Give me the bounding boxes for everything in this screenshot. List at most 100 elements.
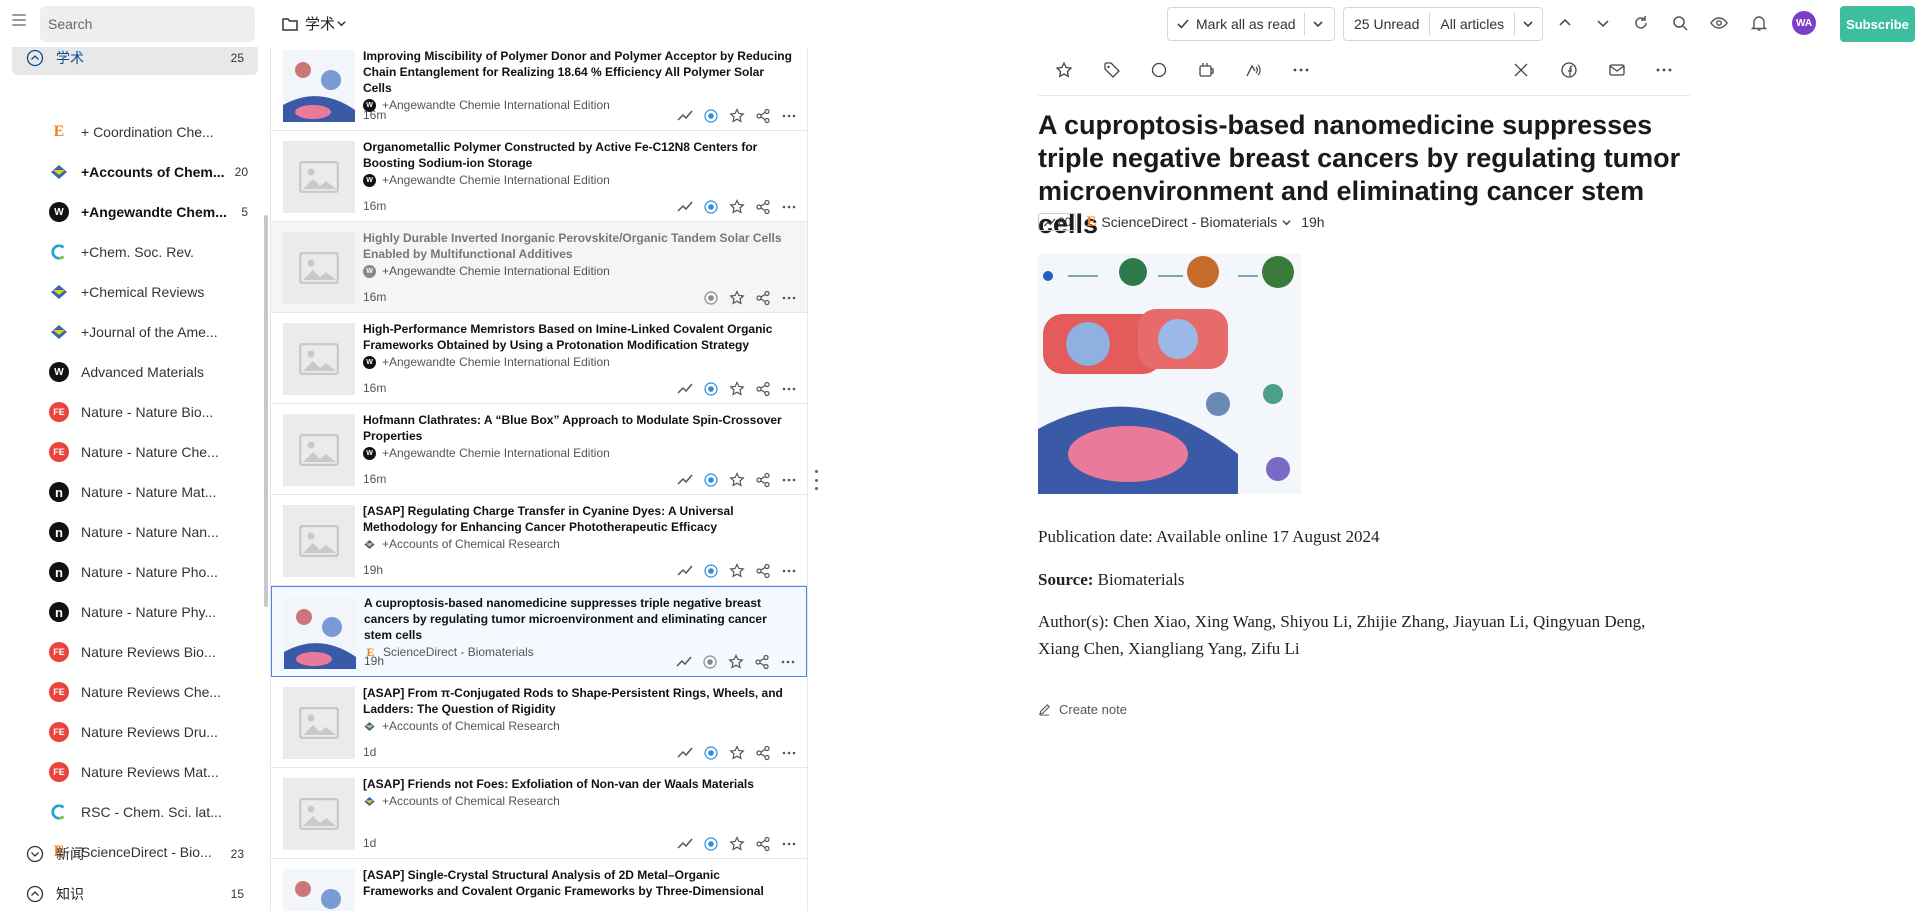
share-icon[interactable] [755, 836, 771, 852]
refresh-icon[interactable] [1632, 14, 1650, 32]
share-icon[interactable] [755, 472, 771, 488]
sidebar-feed-item[interactable]: +Accounts of Chem... 20 [12, 152, 258, 192]
unread-dot-icon[interactable] [703, 381, 719, 397]
star-icon[interactable] [1055, 61, 1073, 79]
article-item[interactable]: [ASAP] Friends not Foes: Exfoliation of … [271, 768, 807, 859]
sidebar-feed-item[interactable]: +Chem. Soc. Rev. [12, 232, 258, 272]
trending-icon[interactable] [677, 836, 693, 852]
sidebar-feed-item[interactable]: FE Nature Reviews Mat... [12, 752, 258, 792]
star-icon[interactable] [729, 836, 745, 852]
sidebar-feed-item[interactable]: +Chemical Reviews [12, 272, 258, 312]
create-note-button[interactable]: Create note [1038, 702, 1127, 717]
search-input[interactable]: Search [40, 6, 255, 42]
star-icon[interactable] [729, 108, 745, 124]
more-options-icon[interactable] [780, 654, 796, 670]
sidebar-feed-item[interactable]: +Journal of the Ame... [12, 312, 258, 352]
bell-icon[interactable] [1750, 14, 1768, 32]
filter-options-button[interactable] [1515, 8, 1541, 40]
article-item[interactable]: [ASAP] From π-Conjugated Rods to Shape-P… [271, 677, 807, 768]
sidebar-feed-item[interactable]: RSC - Chem. Sci. lat... [12, 792, 258, 832]
article-item[interactable]: Highly Durable Inverted Inorganic Perovs… [271, 222, 807, 313]
mark-read-options-button[interactable] [1305, 8, 1331, 40]
article-filter-select[interactable]: All articles [1430, 8, 1514, 40]
share-icon[interactable] [754, 654, 770, 670]
more-options-icon[interactable] [781, 108, 797, 124]
more-options-icon[interactable] [781, 199, 797, 215]
more-options-icon[interactable] [1292, 61, 1310, 79]
sidebar-feed-item[interactable]: FE Nature Reviews Bio... [12, 632, 258, 672]
more-options-icon[interactable] [781, 836, 797, 852]
sidebar-feed-item[interactable]: FE Nature - Nature Che... [12, 432, 258, 472]
subscribe-button[interactable]: Subscribe [1840, 6, 1915, 42]
tag-icon[interactable] [1103, 61, 1121, 79]
unread-count-button[interactable]: 25 Unread [1344, 8, 1429, 40]
article-item[interactable]: High-Performance Memristors Based on Imi… [271, 313, 807, 404]
sidebar-feed-item[interactable]: W Advanced Materials [12, 352, 258, 392]
sidebar-group-academic[interactable]: 学术 25 [12, 47, 258, 75]
more-options-icon[interactable] [781, 563, 797, 579]
share-icon[interactable] [755, 108, 771, 124]
current-folder[interactable]: 学术 [282, 13, 346, 34]
eye-icon[interactable] [1710, 14, 1728, 32]
chevron-up-icon[interactable] [1556, 14, 1574, 32]
more-options-icon[interactable] [781, 381, 797, 397]
unread-dot-icon[interactable] [703, 836, 719, 852]
facebook-share-icon[interactable] [1560, 61, 1578, 79]
star-icon[interactable] [729, 381, 745, 397]
sidebar-feed-item[interactable]: FE Nature Reviews Dru... [12, 712, 258, 752]
avatar[interactable]: WA [1792, 11, 1816, 35]
sidebar-feed-item[interactable]: FE Nature - Nature Bio... [12, 392, 258, 432]
share-icon[interactable] [755, 199, 771, 215]
sidebar-feed-item[interactable]: W +Angewandte Chem... 5 [12, 192, 258, 232]
unread-dot-icon[interactable] [703, 290, 719, 306]
sidebar-feed-item[interactable]: n Nature - Nature Nan... [12, 512, 258, 552]
star-icon[interactable] [729, 745, 745, 761]
star-icon[interactable] [729, 199, 745, 215]
article-item[interactable]: Organometallic Polymer Constructed by Ac… [271, 131, 807, 222]
trending-icon[interactable] [676, 654, 692, 670]
readability-icon[interactable] [1197, 61, 1215, 79]
article-item[interactable]: [ASAP] Regulating Charge Transfer in Cya… [271, 495, 807, 586]
star-icon[interactable] [728, 654, 744, 670]
share-icon[interactable] [755, 290, 771, 306]
sidebar-group-news[interactable]: 新闻 23 [12, 837, 258, 871]
share-icon[interactable] [755, 745, 771, 761]
sidebar-feed-item[interactable]: FE Nature Reviews Che... [12, 672, 258, 712]
more-options-icon[interactable] [781, 472, 797, 488]
star-icon[interactable] [729, 563, 745, 579]
sidebar-feed-item[interactable]: n Nature - Nature Phy... [12, 592, 258, 632]
search-icon[interactable] [1671, 14, 1689, 32]
chevron-down-icon[interactable] [1594, 14, 1612, 32]
pane-resize-handle[interactable] [815, 470, 819, 490]
unread-dot-icon[interactable] [703, 108, 719, 124]
x-share-icon[interactable] [1512, 61, 1530, 79]
unread-dot-icon[interactable] [703, 199, 719, 215]
more-share-icon[interactable] [1655, 61, 1673, 79]
star-icon[interactable] [729, 290, 745, 306]
share-icon[interactable] [755, 381, 771, 397]
more-options-icon[interactable] [781, 290, 797, 306]
read-status-icon[interactable] [1150, 61, 1168, 79]
sidebar-feed-item[interactable]: n Nature - Nature Mat... [12, 472, 258, 512]
trending-icon[interactable] [677, 381, 693, 397]
article-item[interactable]: Improving Miscibility of Polymer Donor a… [271, 47, 807, 131]
share-icon[interactable] [755, 563, 771, 579]
mark-all-read-button[interactable]: Mark all as read [1168, 8, 1304, 40]
trending-icon[interactable] [677, 108, 693, 124]
article-item[interactable]: Hofmann Clathrates: A “Blue Box” Approac… [271, 404, 807, 495]
sidebar-feed-item[interactable]: n Nature - Nature Pho... [12, 552, 258, 592]
star-icon[interactable] [729, 472, 745, 488]
article-item[interactable]: A cuproptosis-based nanomedicine suppres… [271, 586, 807, 677]
text-to-speech-icon[interactable] [1244, 61, 1262, 79]
unread-dot-icon[interactable] [702, 654, 718, 670]
unread-dot-icon[interactable] [703, 745, 719, 761]
sidebar-group-knowledge[interactable]: 知识 15 [12, 877, 258, 911]
mail-share-icon[interactable] [1608, 61, 1626, 79]
trend-badge[interactable]: 80 [1038, 213, 1077, 231]
trending-icon[interactable] [677, 199, 693, 215]
unread-dot-icon[interactable] [703, 472, 719, 488]
sidebar-scrollbar[interactable] [264, 215, 268, 607]
trending-icon[interactable] [677, 563, 693, 579]
trending-icon[interactable] [677, 745, 693, 761]
sidebar-feed-item[interactable]: E + Coordination Che... [12, 112, 258, 152]
